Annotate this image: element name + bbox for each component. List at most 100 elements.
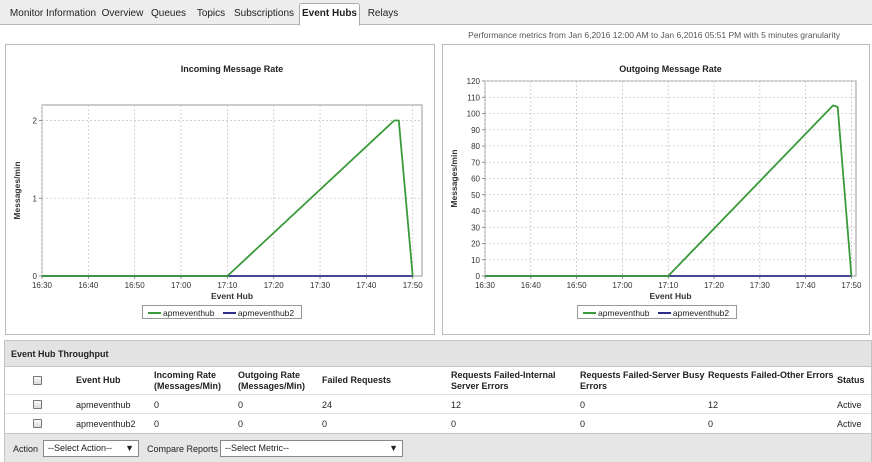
cell-failed-internal: 0 [451,419,457,429]
column-header-outgoing-rate[interactable]: Outgoing Rate (Messages/Min) [238,370,305,392]
event-hub-throughput-panel: Event Hub Throughput Event Hub Incoming … [4,340,872,462]
legend-swatch-apmeventhub2 [657,311,671,314]
x-tick-label: 17:20 [704,281,725,290]
row-divider [5,413,871,414]
dropdown-arrow-icon: ▼ [125,443,134,453]
x-tick-label: 17:40 [356,281,377,290]
y-tick-label: 110 [467,93,480,102]
incoming-message-rate-panel: Incoming Message Rate 16:30 16:40 16:50 17:0… [5,44,435,335]
y-axis-label: Messages/min [449,149,459,207]
column-header-event-hub[interactable]: Event Hub [76,375,121,386]
x-tick-label: 17:00 [171,281,192,290]
row-divider [5,394,871,395]
column-header-failed-internal-server-errors[interactable]: Requests Failed-Internal Server Errors [451,370,556,392]
throughput-footer: Action --Select Action-- ▼ Compare Repor… [5,433,871,462]
column-header-failed-server-busy-errors[interactable]: Requests Failed-Server Busy Errors [580,370,705,392]
legend-item-apmeventhub[interactable]: apmeventhub [598,308,650,318]
y-tick-label: 50 [471,191,480,200]
cell-failed-server-busy: 0 [580,400,586,410]
cell-failed-requests: 24 [322,400,333,410]
cell-failed-server-busy: 0 [580,419,586,429]
x-tick-label: 17:10 [217,281,238,290]
y-tick-label: 40 [471,207,480,216]
tab-overview[interactable]: Overview [101,4,144,25]
y-tick-label: 2 [33,117,38,126]
y-tick-label: 60 [471,175,480,184]
x-tick-label: 16:50 [567,281,588,290]
x-tick-label: 17:30 [310,281,331,290]
cell-failed-other: 12 [708,400,719,410]
dropdown-arrow-icon: ▼ [389,443,398,453]
column-header-failed-other-errors[interactable]: Requests Failed-Other Errors [708,370,834,381]
legend-swatch-apmeventhub2 [222,311,236,314]
tab-bar: Monitor Information Overview Queues Topi… [0,0,872,26]
throughput-title: Event Hub Throughput [5,341,871,367]
x-axis-label: Event Hub [211,291,253,301]
action-select[interactable]: --Select Action-- ▼ [43,440,139,457]
cell-outgoing-rate: 0 [238,419,244,429]
tab-monitor-information[interactable]: Monitor Information [3,4,103,25]
cell-failed-internal: 12 [451,400,462,410]
outgoing-message-rate-chart: Outgoing Message Rate 16:30 16:40 16:50 17:0… [449,64,862,301]
cell-event-hub: apmeventhub2 [76,419,136,429]
cell-incoming-rate: 0 [154,419,160,429]
legend-swatch-apmeventhub [148,311,161,314]
column-header-incoming-rate[interactable]: Incoming Rate (Messages/Min) [154,370,221,392]
x-tick-label: 16:50 [125,281,146,290]
outgoing-message-rate-panel: Outgoing Message Rate 16:30 16:40 16:50 17:0… [442,44,870,335]
y-tick-label: 30 [471,223,480,232]
compare-reports-label: Compare Reports [147,444,219,454]
select-all-checkbox[interactable] [33,376,42,385]
row-checkbox[interactable] [33,419,42,428]
y-tick-label: 120 [467,77,481,86]
column-header-status[interactable]: Status [837,375,865,386]
y-tick-label: 0 [33,272,38,281]
compare-metric-select-value: --Select Metric-- [225,443,290,453]
tab-subscriptions[interactable]: Subscriptions [233,4,295,25]
y-tick-label: 100 [467,110,481,119]
legend-swatch-apmeventhub [583,311,596,314]
cell-status: Active [837,400,862,410]
legend-item-apmeventhub[interactable]: apmeventhub [163,308,215,318]
incoming-message-rate-chart: Incoming Message Rate 16:30 16:40 16:50 17:0… [12,64,424,301]
legend-item-apmeventhub2[interactable]: apmeventhub2 [238,308,294,318]
plot-area [41,104,423,277]
column-header-failed-requests[interactable]: Failed Requests [322,375,391,386]
x-tick-label: 17:40 [796,281,817,290]
cell-event-hub: apmeventhub [76,400,131,410]
cell-status: Active [837,419,862,429]
x-tick-label: 17:50 [841,281,862,290]
y-axis-label: Messages/min [12,161,22,219]
x-tick-label: 16:30 [32,281,53,290]
x-axis-label: Event Hub [649,291,691,301]
outgoing-chart-legend: apmeventhub apmeventhub2 [577,305,738,319]
x-tick-label: 16:40 [521,281,542,290]
y-tick-label: 20 [471,240,480,249]
row-checkbox[interactable] [33,400,42,409]
incoming-chart-legend: apmeventhub apmeventhub2 [142,305,303,319]
tab-relays[interactable]: Relays [367,4,399,25]
cell-outgoing-rate: 0 [238,400,244,410]
tab-queues[interactable]: Queues [151,4,186,25]
cell-failed-requests: 0 [322,419,328,429]
y-tick-label: 1 [33,194,38,203]
x-tick-label: 17:00 [612,281,633,290]
cell-incoming-rate: 0 [154,400,160,410]
y-tick-label: 70 [471,158,480,167]
performance-metrics-range: Performance metrics from Jan 6,2016 12:0… [468,30,840,40]
action-select-value: --Select Action-- [48,443,113,453]
y-tick-label: 0 [476,272,481,281]
compare-metric-select[interactable]: --Select Metric-- ▼ [220,440,403,457]
y-tick-label: 90 [471,126,480,135]
y-tick-label: 80 [471,142,480,151]
x-tick-label: 17:30 [750,281,771,290]
chart-title: Incoming Message Rate [181,64,284,74]
action-label: Action [13,444,39,454]
y-tick-label: 10 [471,256,480,265]
tab-topics[interactable]: Topics [195,4,227,25]
x-tick-label: 16:40 [78,281,99,290]
x-tick-label: 17:50 [403,281,424,290]
legend-item-apmeventhub2[interactable]: apmeventhub2 [673,308,729,318]
x-tick-label: 17:20 [264,281,285,290]
tab-event-hubs[interactable]: Event Hubs [299,3,360,26]
